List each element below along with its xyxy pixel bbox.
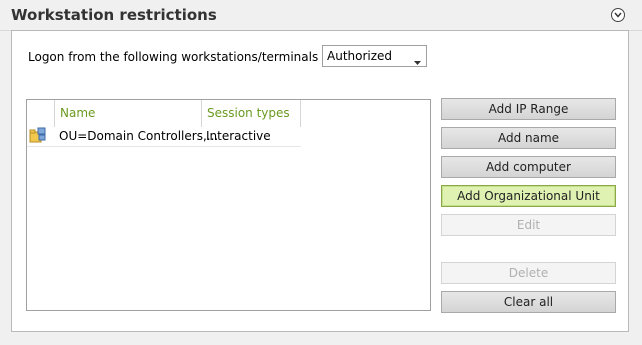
add-ip-range-button[interactable]: Add IP Range (441, 98, 616, 120)
add-organizational-unit-button[interactable]: Add Organizational Unit (441, 185, 616, 207)
chevron-down-circle-icon[interactable] (611, 8, 625, 22)
authorization-select-value: Authorized (327, 49, 393, 63)
workstation-list[interactable]: Name Session types OU=Domain Controllers… (26, 99, 431, 311)
add-computer-button[interactable]: Add computer (441, 156, 616, 178)
edit-button[interactable]: Edit (441, 214, 616, 236)
clear-all-button[interactable]: Clear all (441, 291, 616, 313)
authorization-select[interactable]: Authorized (322, 45, 427, 67)
add-name-button[interactable]: Add name (441, 127, 616, 149)
logon-label: Logon from the following workstations/te… (28, 50, 342, 64)
dropdown-arrow-icon (414, 54, 421, 68)
organizational-unit-icon (29, 127, 46, 144)
list-item-session-types: Interactive (206, 129, 271, 143)
section-header: Workstation restrictions (0, 0, 642, 31)
list-item[interactable]: OU=Domain Controllers,... Interactive (27, 127, 301, 147)
list-item-name: OU=Domain Controllers,... (59, 129, 219, 143)
section-title: Workstation restrictions (11, 6, 217, 24)
column-header-session-types[interactable]: Session types (202, 100, 301, 127)
column-header-session-types-label: Session types (207, 106, 290, 120)
column-header-name-label: Name (60, 106, 96, 120)
delete-button[interactable]: Delete (441, 262, 616, 284)
column-header-icon (27, 100, 55, 127)
column-header-name[interactable]: Name (55, 100, 202, 127)
